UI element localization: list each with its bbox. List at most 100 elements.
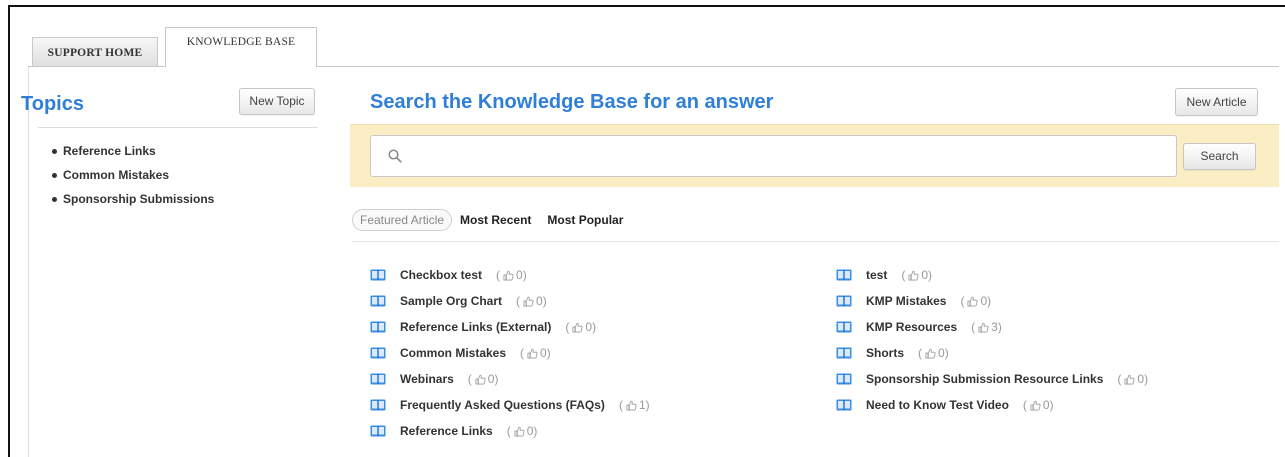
article-likes: (0) <box>901 268 933 282</box>
thumbs-up-icon <box>908 270 919 280</box>
page-title: Search the Knowledge Base for an answer <box>370 91 774 113</box>
article-likes: (0) <box>1022 398 1054 412</box>
thumbs-up-icon <box>527 348 538 358</box>
article-likes: (3) <box>971 320 1002 334</box>
topic-item-reference-links[interactable]: Reference Links <box>52 144 214 168</box>
article-title: Frequently Asked Questions (FAQs) <box>400 398 605 412</box>
article-title: Checkbox test <box>400 268 483 282</box>
topic-list: Reference Links Common Mistakes Sponsors… <box>52 144 214 216</box>
thumbs-up-icon <box>1124 374 1135 384</box>
article-item[interactable]: Sponsorship Submission Resource Links (0… <box>836 366 1148 392</box>
thumbs-up-icon <box>503 270 514 280</box>
article-likes: (0) <box>506 424 538 438</box>
article-likes-count: 0 <box>487 372 495 386</box>
article-title: Reference Links (External) <box>400 320 552 334</box>
article-likes: (0) <box>1117 372 1149 386</box>
article-likes-count: 0 <box>938 346 945 360</box>
article-item[interactable]: Common Mistakes (0) <box>370 340 650 366</box>
article-likes: (0) <box>516 294 547 308</box>
article-likes-count: 0 <box>585 320 593 334</box>
topic-label: Common Mistakes <box>63 168 170 182</box>
article-item[interactable]: KMP Resources (3) <box>836 314 1148 340</box>
article-list-right: test (0) KMP Mistakes (0) KMP Resources … <box>836 262 1148 418</box>
article-item[interactable]: Shorts (0) <box>836 340 1148 366</box>
article-likes: (1) <box>618 398 650 412</box>
article-title: Reference Links <box>400 424 493 438</box>
book-icon <box>370 399 386 411</box>
new-topic-button[interactable]: New Topic <box>239 88 315 115</box>
article-likes-count: 0 <box>526 424 534 438</box>
article-likes: (0) <box>565 320 597 334</box>
book-icon <box>370 373 386 385</box>
topic-label: Sponsorship Submissions <box>63 192 215 206</box>
article-item[interactable]: test (0) <box>836 262 1148 288</box>
article-item[interactable]: Need to Know Test Video (0) <box>836 392 1148 418</box>
book-icon <box>836 321 852 333</box>
article-item[interactable]: Reference Links (External) (0) <box>370 314 650 340</box>
bullet-icon <box>52 197 57 202</box>
article-likes-count: 0 <box>540 346 547 360</box>
thumbs-up-icon <box>1030 400 1041 410</box>
thumbs-up-icon <box>925 348 936 358</box>
book-icon <box>370 321 386 333</box>
book-icon <box>370 269 386 281</box>
article-likes-count: 0 <box>980 294 988 308</box>
article-likes-count: 0 <box>921 268 929 282</box>
topic-label: Reference Links <box>63 144 156 158</box>
topics-heading: Topics <box>21 93 84 115</box>
article-title: Sample Org Chart <box>400 294 503 308</box>
article-likes: (0) <box>918 346 949 360</box>
article-title: Need to Know Test Video <box>866 398 1009 412</box>
bullet-icon <box>52 149 57 154</box>
topic-item-sponsorship-submissions[interactable]: Sponsorship Submissions <box>52 192 214 216</box>
search-icon <box>388 149 402 163</box>
article-item[interactable]: KMP Mistakes (0) <box>836 288 1148 314</box>
article-likes-count: 0 <box>516 268 523 282</box>
article-likes: (0) <box>960 294 992 308</box>
thumbs-up-icon <box>626 400 637 410</box>
article-item[interactable]: Webinars (0) <box>370 366 650 392</box>
thumbs-up-icon <box>475 374 486 384</box>
article-title: Common Mistakes <box>400 346 507 360</box>
book-icon <box>370 425 386 437</box>
article-item[interactable]: Checkbox test (0) <box>370 262 650 288</box>
new-article-button[interactable]: New Article <box>1175 88 1258 116</box>
article-likes-count: 0 <box>1137 372 1145 386</box>
thumbs-up-icon <box>967 296 979 306</box>
filters-divider <box>352 241 1279 242</box>
tab-bar: SUPPORT HOME KNOWLEDGE BASE <box>28 27 1278 67</box>
article-title: Sponsorship Submission Resource Links <box>866 372 1104 386</box>
book-icon <box>370 295 386 307</box>
tab-support-home[interactable]: SUPPORT HOME <box>32 37 158 67</box>
article-filters: Featured Article Most Recent Most Popula… <box>352 209 639 231</box>
article-likes-count: 1 <box>638 398 646 412</box>
article-likes: (0) <box>496 268 527 282</box>
filter-featured-article[interactable]: Featured Article <box>352 209 453 231</box>
article-item[interactable]: Reference Links (0) <box>370 418 650 444</box>
article-title: test <box>866 268 888 282</box>
article-list-left: Checkbox test (0) Sample Org Chart (0) R… <box>370 262 650 444</box>
book-icon <box>836 295 852 307</box>
topic-item-common-mistakes[interactable]: Common Mistakes <box>52 168 214 192</box>
filter-most-popular[interactable]: Most Popular <box>547 213 623 227</box>
book-icon <box>836 347 852 359</box>
book-icon <box>836 269 852 281</box>
article-item[interactable]: Sample Org Chart (0) <box>370 288 650 314</box>
thumbs-up-icon <box>572 322 583 332</box>
bullet-icon <box>52 173 57 178</box>
book-icon <box>836 399 852 411</box>
search-button[interactable]: Search <box>1183 143 1256 170</box>
thumbs-up-icon <box>523 296 534 306</box>
search-input[interactable] <box>410 138 1170 174</box>
article-title: Shorts <box>866 346 905 360</box>
thumbs-up-icon <box>978 322 989 332</box>
filter-most-recent[interactable]: Most Recent <box>460 213 531 227</box>
article-likes: (0) <box>520 346 551 360</box>
article-title: KMP Resources <box>866 320 958 334</box>
topics-panel <box>28 67 320 457</box>
book-icon <box>836 373 852 385</box>
article-title: KMP Mistakes <box>866 294 947 308</box>
article-item[interactable]: Frequently Asked Questions (FAQs) (1) <box>370 392 650 418</box>
tab-knowledge-base[interactable]: KNOWLEDGE BASE <box>165 27 317 67</box>
article-likes-count: 0 <box>536 294 543 308</box>
